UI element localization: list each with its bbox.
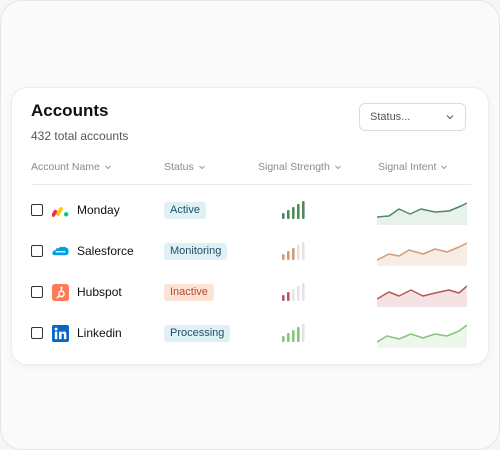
signal-bar: [292, 289, 295, 301]
signal-bar: [287, 210, 290, 219]
account-name[interactable]: Salesforce: [77, 244, 134, 258]
column-header-signal-strength[interactable]: Signal Strength: [258, 161, 342, 173]
signal-intent-sparkline: [377, 324, 467, 348]
status-badge: Monitoring: [164, 243, 228, 260]
signal-bar: [302, 201, 305, 219]
signal-intent-sparkline: [377, 202, 467, 225]
status-filter-label: Status...: [370, 111, 411, 123]
sort-chevron-icon: [198, 165, 205, 170]
signal-bar: [292, 207, 295, 219]
signal-bar: [287, 251, 290, 260]
sort-chevron-icon: [441, 165, 448, 170]
row-checkbox[interactable]: [31, 286, 43, 298]
signal-strength-bars: [282, 242, 305, 260]
signal-intent-sparkline: [377, 242, 467, 266]
hubspot-logo-icon: [52, 284, 69, 301]
column-header-label: Signal Intent: [378, 161, 437, 173]
signal-bar: [282, 213, 285, 219]
sort-chevron-icon: [105, 165, 111, 170]
signal-intent-sparkline: [377, 285, 467, 307]
page-title: Accounts: [31, 101, 109, 120]
signal-bar: [287, 292, 290, 301]
table-row[interactable]: Monday Active: [31, 195, 473, 225]
signal-bar: [287, 333, 290, 342]
linkedin-logo-icon: [52, 325, 69, 342]
signal-bar: [292, 330, 295, 342]
sort-chevron-icon: [334, 165, 341, 170]
signal-strength-bars: [282, 324, 305, 342]
signal-bar: [302, 283, 305, 301]
account-name[interactable]: Hubspot: [77, 285, 122, 299]
status-filter-select[interactable]: Status...: [359, 103, 466, 131]
table-row[interactable]: Linkedin Processing: [31, 318, 473, 348]
monday-logo-icon: [52, 207, 69, 217]
signal-bar: [297, 204, 300, 219]
signal-bar: [282, 254, 285, 260]
sparkline-area: [377, 286, 467, 307]
status-badge: Active: [164, 202, 206, 219]
status-badge: Processing: [164, 325, 231, 342]
signal-bar: [297, 327, 300, 342]
column-header-status[interactable]: Status: [164, 161, 206, 173]
signal-bar: [292, 248, 295, 260]
row-checkbox[interactable]: [31, 204, 43, 216]
column-header-label: Signal Strength: [258, 161, 330, 173]
signal-bar: [302, 242, 305, 260]
account-name[interactable]: Monday: [77, 203, 120, 217]
signal-bar: [302, 324, 305, 342]
sparkline-area: [377, 203, 467, 225]
column-header-label: Status: [164, 161, 194, 173]
row-checkbox[interactable]: [31, 327, 43, 339]
app-frame: Accounts 432 total accounts Status... Ac…: [0, 0, 500, 450]
header-divider: [31, 184, 471, 185]
accounts-card: Accounts 432 total accounts Status... Ac…: [11, 87, 489, 365]
column-header-signal-intent[interactable]: Signal Intent: [378, 161, 448, 173]
signal-strength-bars: [282, 283, 305, 301]
status-badge: Inactive: [164, 284, 214, 301]
table-header: Account Name Status Signal Strength Sign…: [31, 161, 471, 181]
table-row[interactable]: Salesforce Monitoring: [31, 236, 473, 266]
signal-bar: [282, 336, 285, 342]
column-header-account-name[interactable]: Account Name: [31, 161, 112, 173]
column-header-label: Account Name: [31, 161, 100, 173]
table-row[interactable]: Hubspot Inactive: [31, 277, 473, 307]
signal-bar: [297, 245, 300, 260]
chevron-down-icon: [446, 115, 454, 120]
signal-strength-bars: [282, 201, 305, 219]
salesforce-logo-icon: [52, 246, 69, 256]
signal-bar: [297, 286, 300, 301]
signal-bar: [282, 295, 285, 301]
accounts-count: 432 total accounts: [31, 129, 129, 143]
account-name[interactable]: Linkedin: [77, 326, 122, 340]
row-checkbox[interactable]: [31, 245, 43, 257]
